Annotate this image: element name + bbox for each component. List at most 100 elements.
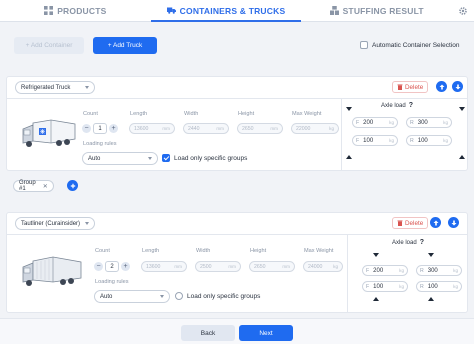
tab-containers-trucks-label: CONTAINERS & TRUCKS [179,5,286,16]
automatic-selection-toggle[interactable]: Automatic Container Selection [360,41,459,49]
tab-stuffing-result-label: STUFFING RESULT [342,5,424,16]
axle-unit: kg [443,138,448,143]
length-label: Length [142,248,160,254]
settings-button[interactable] [452,0,474,21]
width-field[interactable]: 2440 mm [183,123,229,134]
help-icon[interactable]: ? [420,239,424,246]
height-label: Height [238,111,255,117]
axle-unit: kg [389,120,394,125]
axle-load-title: Axle load ? [392,239,424,246]
add-group-button[interactable] [67,180,78,191]
automatic-selection-checkbox[interactable] [360,41,368,49]
axle-front-min-field[interactable]: F 100 kg [352,135,398,146]
add-container-button[interactable]: + Add Container [14,37,84,54]
height-unit: mm [282,264,290,269]
axle-unit: kg [453,284,458,289]
length-unit: mm [174,264,182,269]
axle-rear-field[interactable]: R 300 kg [416,265,462,276]
increment-button[interactable]: + [121,262,130,271]
axle-load-panel: Axle load ? F 200 kg R 300 kg F 100 kg R… [347,235,467,312]
axle-front-field[interactable]: F 200 kg [352,117,398,128]
container-type-value: Refrigerated Truck [21,84,71,91]
delete-container-button[interactable]: Delete [392,81,429,93]
count-value[interactable]: 1 [93,123,107,134]
delete-label: Delete [405,219,424,227]
arrow-down-icon [451,220,456,225]
tautliner-truck-image [22,256,82,286]
group-chip[interactable]: Group #1 ✕ [13,180,54,192]
axle-value: 100 [363,137,374,144]
count-label: Count [95,248,110,254]
loading-rules-value: Auto [100,293,113,300]
axle-value: 200 [373,267,384,274]
count-value[interactable]: 2 [105,261,119,272]
decrement-button[interactable]: − [94,262,103,271]
move-down-button[interactable] [452,81,463,92]
axle-front-min-field[interactable]: F 100 kg [362,281,408,292]
delete-label: Delete [405,83,424,91]
axle-value: 100 [427,283,438,290]
trash-icon [397,84,403,90]
axle-marker-icon [346,107,352,111]
loading-rules-value: Auto [88,155,101,162]
length-field[interactable]: 13600 mm [141,261,187,272]
load-specific-groups-checkbox[interactable] [162,154,170,162]
move-up-button[interactable] [436,81,447,92]
height-field[interactable]: 2650 mm [237,123,283,134]
length-unit: mm [162,126,170,131]
length-value: 13600 [146,263,161,270]
truck-icon [166,7,176,14]
container-type-select[interactable]: Tautliner (Curainsider) [15,217,95,230]
load-specific-groups-toggle[interactable]: Load only specific groups [162,154,247,162]
axle-unit: kg [399,284,404,289]
arrow-down-icon [455,84,460,89]
width-unit: mm [228,264,236,269]
next-button[interactable]: Next [239,325,293,341]
move-up-button[interactable] [430,217,441,228]
width-field[interactable]: 2500 mm [195,261,241,272]
add-truck-button[interactable]: + Add Truck [93,37,157,54]
container-type-select[interactable]: Refrigerated Truck [15,81,95,94]
trash-icon [397,220,403,226]
max-weight-field[interactable]: 22000 kg [291,123,339,134]
increment-button[interactable]: + [109,124,118,133]
loading-rules-select[interactable]: Auto [82,152,158,165]
tab-products[interactable]: PRODUCTS [0,0,151,21]
axle-rear-min-field[interactable]: R 100 kg [416,281,462,292]
load-specific-groups-toggle[interactable]: Load only specific groups [175,292,260,300]
axle-marker-icon [459,155,465,159]
automatic-selection-label: Automatic Container Selection [372,41,460,49]
axle-tag: R [420,267,424,274]
help-icon[interactable]: ? [409,102,413,109]
axle-tag: F [356,137,360,144]
height-unit: mm [270,126,278,131]
length-label: Length [130,111,148,117]
loading-rules-select[interactable]: Auto [94,290,170,303]
products-grid-icon [44,6,54,15]
tab-stuffing-result[interactable]: STUFFING RESULT [301,0,452,21]
height-field[interactable]: 2650 mm [249,261,295,272]
loading-rules-label: Loading rules [95,279,129,285]
back-button[interactable]: Back [181,325,235,341]
max-weight-field[interactable]: 24000 kg [303,261,343,272]
tab-containers-trucks[interactable]: CONTAINERS & TRUCKS [150,0,302,22]
container-card-1-header: Refrigerated Truck Delete [7,77,467,99]
axle-load-title: Axle load ? [381,102,413,109]
load-specific-groups-checkbox[interactable] [175,292,183,300]
length-field[interactable]: 13600 mm [129,123,175,134]
width-unit: mm [216,126,224,131]
move-down-button[interactable] [448,217,459,228]
axle-value: 100 [373,283,384,290]
refrigerated-truck-image [22,119,76,147]
count-stepper[interactable]: − 1 + [82,123,118,134]
height-value: 2650 [242,125,254,132]
axle-rear-min-field[interactable]: R 100 kg [406,135,452,146]
count-stepper[interactable]: − 2 + [94,261,130,272]
max-weight-value: 22000 [296,125,311,132]
close-icon[interactable]: ✕ [43,183,48,190]
delete-container-button[interactable]: Delete [392,217,429,229]
decrement-button[interactable]: − [82,124,91,133]
axle-front-field[interactable]: F 200 kg [362,265,408,276]
group-chip-label: Group #1 [19,180,36,192]
axle-rear-field[interactable]: R 300 kg [406,117,452,128]
